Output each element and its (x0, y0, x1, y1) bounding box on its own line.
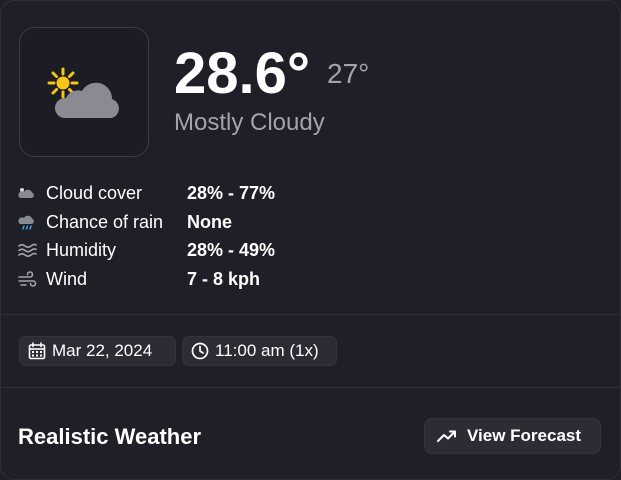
metric-humidity: Humidity 28% - 49% (17, 236, 417, 265)
metric-chance-of-rain: Chance of rain None (17, 208, 417, 237)
metric-value: 28% - 49% (187, 240, 276, 261)
metric-cloud-cover: Cloud cover 28% - 77% (17, 179, 417, 208)
time-text: 11:00 am (1x) (215, 341, 319, 360)
date-chip[interactable]: Mar 22, 2024 (19, 336, 176, 366)
metric-label: Wind (46, 269, 88, 290)
wind-icon (18, 271, 37, 287)
metric-label: Cloud cover (46, 183, 143, 203)
weather-condition: Mostly Cloudy (174, 109, 325, 136)
calendar-icon (28, 342, 46, 360)
clock-icon (191, 342, 209, 360)
trending-up-icon (437, 430, 456, 442)
view-forecast-button[interactable]: View Forecast (424, 418, 601, 454)
sun-behind-cloud-icon (47, 67, 119, 118)
metric-value: None (187, 211, 232, 232)
metric-label: Chance of rain (46, 211, 164, 232)
view-forecast-label: View Forecast (467, 426, 582, 445)
current-temperature: 28.6° (174, 41, 311, 106)
weather-card: 28.6° 27° Mostly Cloudy Cloud cover 28% … (0, 0, 621, 480)
metric-value: 7 - 8 kph (187, 269, 261, 290)
provider-title: Realistic Weather (18, 424, 202, 449)
weather-metrics: Cloud cover 28% - 77% Chance of rain Non… (17, 179, 417, 294)
rain-cloud-icon (18, 215, 34, 230)
cloud-icon (18, 188, 34, 198)
metric-wind: Wind 7 - 8 kph (17, 265, 417, 294)
feels-like-temperature: 27° (327, 58, 370, 89)
metric-value: 28% - 77% (187, 183, 276, 203)
humidity-waves-icon (18, 244, 37, 258)
date-text: Mar 22, 2024 (52, 341, 153, 360)
weather-icon-tile (19, 27, 149, 157)
metric-label: Humidity (46, 240, 117, 261)
section-divider (1, 314, 620, 315)
time-chip[interactable]: 11:00 am (1x) (182, 336, 337, 366)
section-divider (1, 387, 620, 388)
